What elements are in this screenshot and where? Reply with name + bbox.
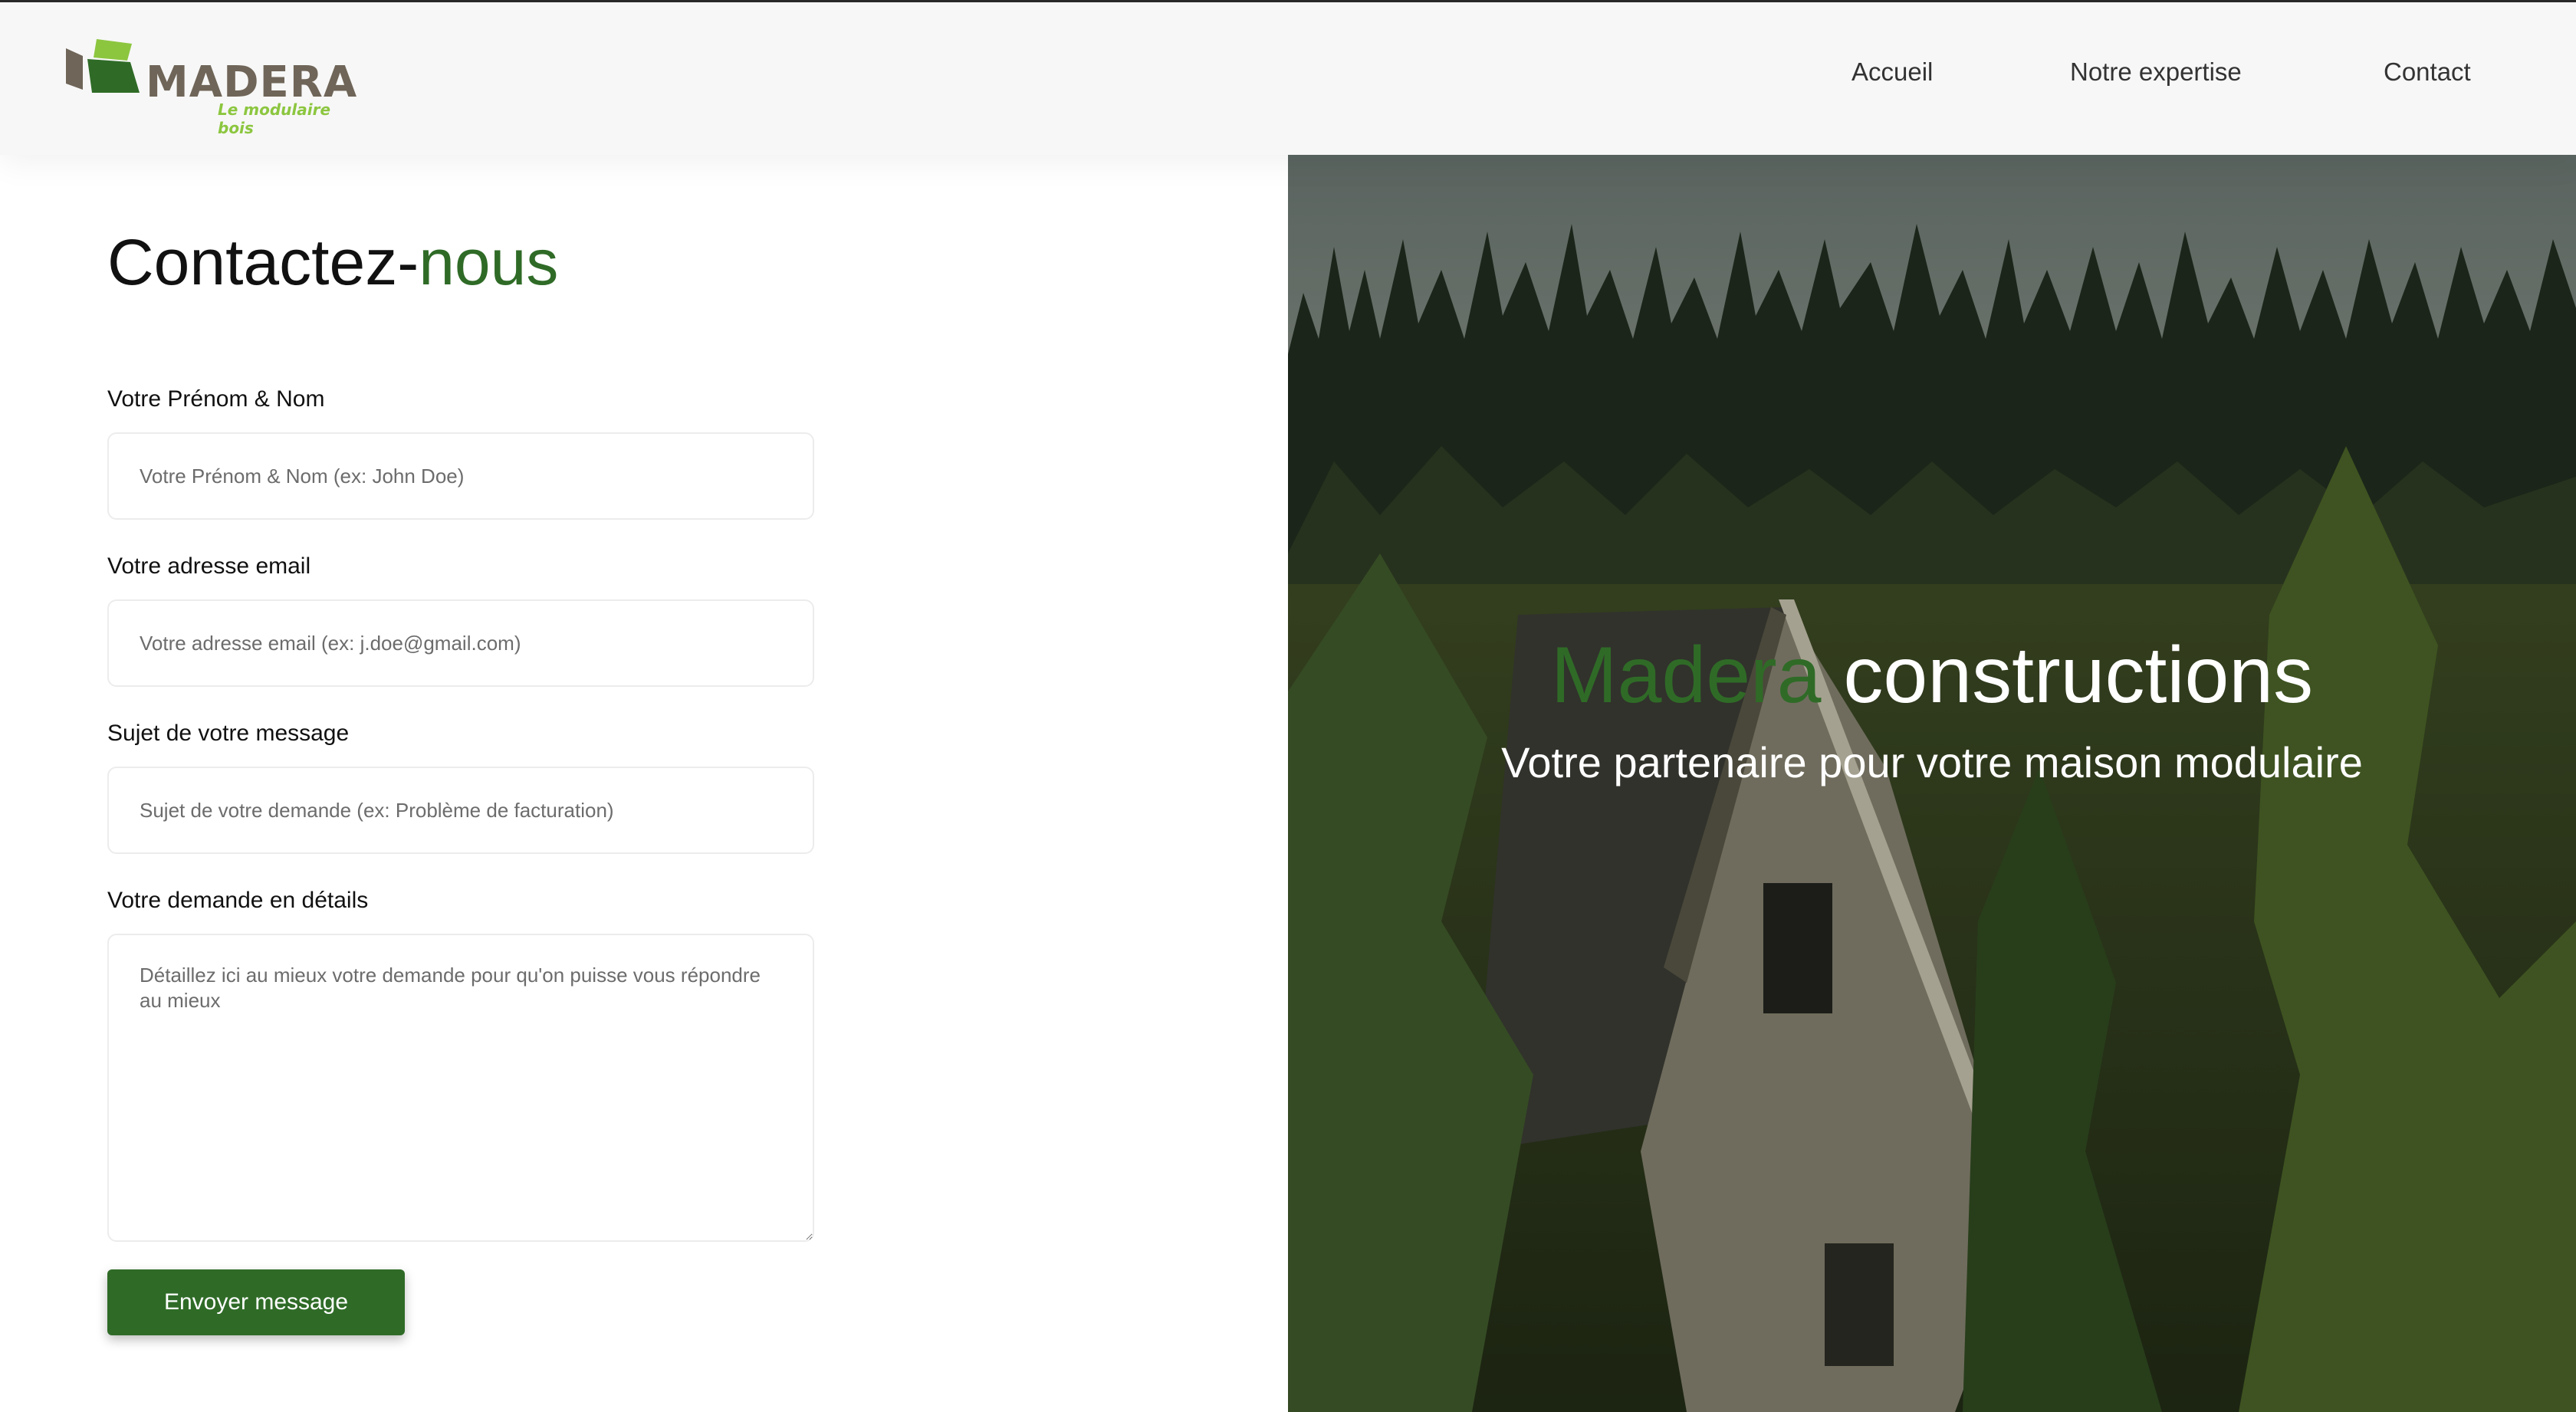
send-message-button[interactable]: Envoyer message: [107, 1269, 405, 1335]
page-title-accent: nous: [419, 226, 559, 298]
name-label: Votre Prénom & Nom: [107, 386, 325, 412]
details-label: Votre demande en détails: [107, 888, 369, 913]
logo-tagline: Le modulaire bois: [218, 100, 331, 137]
hero-subtitle: Votre partenaire pour votre maison modul…: [1501, 738, 2363, 786]
nav-link-accueil[interactable]: Accueil: [1852, 57, 1933, 87]
page-title: Contactez-nous: [107, 225, 558, 300]
details-textarea[interactable]: [107, 934, 814, 1242]
madera-logo[interactable]: MADERA Le modulaire bois: [66, 39, 365, 137]
hero-title: Madera constructions: [1288, 630, 2576, 721]
subject-label: Sujet de votre message: [107, 721, 350, 746]
name-input[interactable]: [107, 432, 814, 520]
hero-banner: Madera constructions Votre partenaire po…: [1288, 155, 2576, 1412]
email-label: Votre adresse email: [107, 553, 311, 579]
nav-link-expertise[interactable]: Notre expertise: [2070, 57, 2242, 87]
hero-title-rest: constructions: [1821, 631, 2314, 720]
nav-link-contact[interactable]: Contact: [2384, 57, 2471, 87]
logo-mark-icon: [66, 39, 140, 93]
subject-input[interactable]: [107, 767, 814, 854]
hero-title-accent: Madera: [1550, 631, 1822, 720]
email-input[interactable]: [107, 599, 814, 687]
page-title-main: Contactez-: [107, 226, 419, 298]
site-header: MADERA Le modulaire bois Accueil Notre e…: [0, 2, 2576, 155]
contact-section: Contactez-nous Votre Prénom & Nom Votre …: [0, 155, 1288, 1412]
